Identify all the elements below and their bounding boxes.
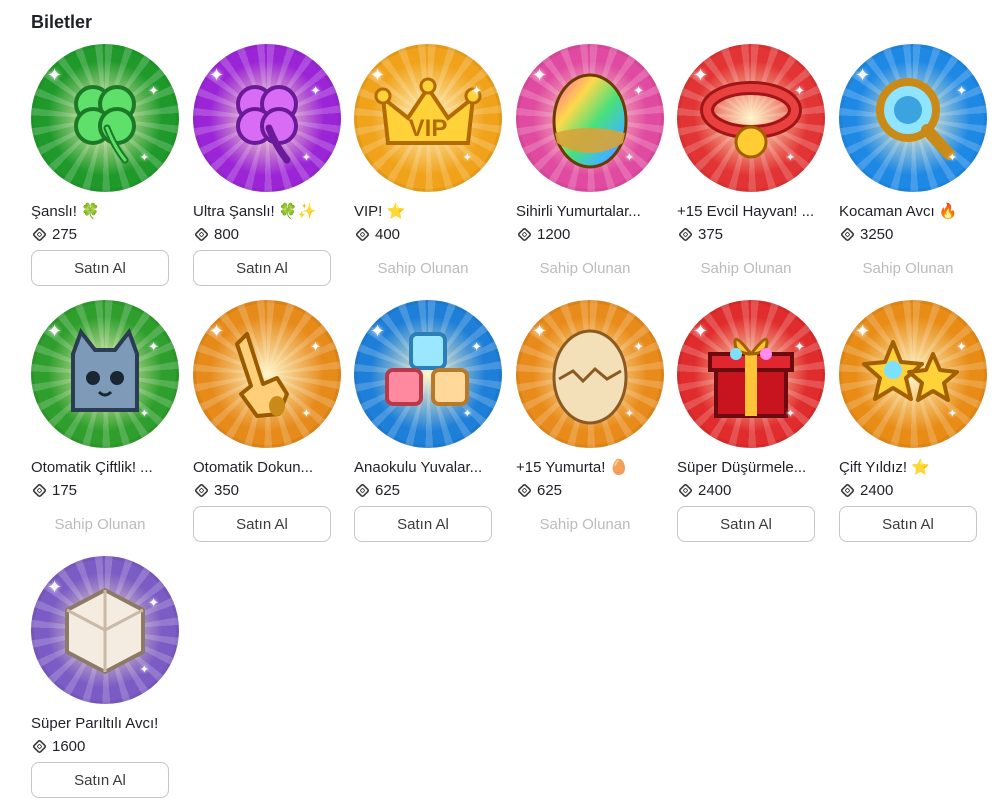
pass-card[interactable]: ✦ ✦ ✦ Otomatik Çiftlik! ... 175 Sahip Olunan xyxy=(31,300,179,542)
pass-card[interactable]: ✦ ✦ ✦ Süper Düşürmele... 2400 Satın Al xyxy=(677,300,825,542)
buy-button[interactable]: Satın Al xyxy=(193,506,331,542)
robux-icon xyxy=(193,482,210,498)
pass-name[interactable]: Otomatik Çiftlik! ... xyxy=(31,458,177,477)
owned-label: Sahip Olunan xyxy=(539,515,631,533)
robux-icon xyxy=(31,482,48,498)
price-value: 275 xyxy=(52,225,78,243)
robux-icon xyxy=(839,226,856,242)
pass-card[interactable]: VIP ✦ ✦ ✦ VIP! ⭐ 400 Sahip Olunan xyxy=(354,44,502,286)
pass-price: 1600 xyxy=(31,736,179,756)
pass-card[interactable]: ✦ ✦ ✦ Süper Parıltılı Avcı! 1600 Satın Al xyxy=(31,556,179,798)
buy-button[interactable]: Satın Al xyxy=(839,506,977,542)
pass-card[interactable]: ✦ ✦ ✦ Otomatik Dokun... 350 Satın Al xyxy=(193,300,341,542)
pass-price: 2400 xyxy=(677,480,825,500)
price-value: 625 xyxy=(537,481,563,499)
pass-name[interactable]: Çift Yıldız! ⭐ xyxy=(839,458,985,477)
robux-icon xyxy=(31,738,48,754)
gift-box-icon[interactable]: ✦ ✦ ✦ xyxy=(677,300,825,448)
price-value: 3250 xyxy=(860,225,894,243)
robux-icon xyxy=(677,226,694,242)
four-leaf-clover-icon[interactable]: ✦ ✦ ✦ xyxy=(31,44,179,192)
pet-collar-icon[interactable]: ✦ ✦ ✦ xyxy=(677,44,825,192)
price-value: 350 xyxy=(214,481,240,499)
robux-icon xyxy=(516,482,533,498)
price-value: 400 xyxy=(375,225,401,243)
vip-crown-icon[interactable]: VIP ✦ ✦ ✦ xyxy=(354,44,502,192)
cat-cube-icon[interactable]: ✦ ✦ ✦ xyxy=(31,300,179,448)
pass-price: 400 xyxy=(354,224,502,244)
pass-price: 275 xyxy=(31,224,179,244)
price-value: 2400 xyxy=(860,481,894,499)
robux-icon xyxy=(839,482,856,498)
owned-label: Sahip Olunan xyxy=(377,259,469,277)
pass-card[interactable]: ✦ ✦ ✦ Sihirli Yumurtalar... 1200 Sahip Olunan xyxy=(516,44,664,286)
buy-button[interactable]: Satın Al xyxy=(193,250,331,286)
pass-price: 3250 xyxy=(839,224,987,244)
pass-card[interactable]: ✦ ✦ ✦ Kocaman Avcı 🔥 3250 Sahip Olunan xyxy=(839,44,987,286)
pass-name[interactable]: Süper Düşürmele... xyxy=(677,458,823,477)
pass-name[interactable]: Otomatik Dokun... xyxy=(193,458,339,477)
price-value: 375 xyxy=(698,225,724,243)
pass-name[interactable]: +15 Evcil Hayvan! ... xyxy=(677,202,823,221)
robux-icon xyxy=(354,226,371,242)
pass-card[interactable]: ✦ ✦ ✦ Anaokulu Yuvalar... 625 Satın Al xyxy=(354,300,502,542)
pass-price: 1200 xyxy=(516,224,664,244)
cracked-egg-icon[interactable]: ✦ ✦ ✦ xyxy=(516,300,664,448)
price-value: 800 xyxy=(214,225,240,243)
pass-name[interactable]: Şanslı! 🍀 xyxy=(31,202,177,221)
pass-card[interactable]: ✦ ✦ ✦ +15 Evcil Hayvan! ... 375 Sahip Olunan xyxy=(677,44,825,286)
buy-button[interactable]: Satın Al xyxy=(31,250,169,286)
owned-label: Sahip Olunan xyxy=(54,515,146,533)
pass-price: 175 xyxy=(31,480,179,500)
rainbow-egg-icon[interactable]: ✦ ✦ ✦ xyxy=(516,44,664,192)
price-value: 625 xyxy=(375,481,401,499)
pass-card[interactable]: ✦ ✦ ✦ Ultra Şanslı! 🍀✨ 800 Satın Al xyxy=(193,44,341,286)
buy-button[interactable]: Satın Al xyxy=(354,506,492,542)
owned-label: Sahip Olunan xyxy=(862,259,954,277)
pass-name[interactable]: Ultra Şanslı! 🍀✨ xyxy=(193,202,339,221)
price-value: 2400 xyxy=(698,481,732,499)
pass-price: 2400 xyxy=(839,480,987,500)
robux-icon xyxy=(677,482,694,498)
price-value: 1600 xyxy=(52,737,86,755)
pass-price: 625 xyxy=(354,480,502,500)
pass-name[interactable]: +15 Yumurta! 🥚 xyxy=(516,458,662,477)
price-value: 1200 xyxy=(537,225,571,243)
pass-name[interactable]: VIP! ⭐ xyxy=(354,202,500,221)
tap-hand-icon[interactable]: ✦ ✦ ✦ xyxy=(193,300,341,448)
pass-card[interactable]: ✦ ✦ ✦ +15 Yumurta! 🥚 625 Sahip Olunan xyxy=(516,300,664,542)
owned-label: Sahip Olunan xyxy=(700,259,792,277)
robux-icon xyxy=(31,226,48,242)
cubes-icon[interactable]: ✦ ✦ ✦ xyxy=(354,300,502,448)
owned-label: Sahip Olunan xyxy=(539,259,631,277)
section-title: Biletler xyxy=(31,12,93,32)
double-star-icon[interactable]: ✦ ✦ ✦ xyxy=(839,300,987,448)
robux-icon xyxy=(354,482,371,498)
robux-icon xyxy=(193,226,210,242)
pass-price: 800 xyxy=(193,224,341,244)
pass-name[interactable]: Anaokulu Yuvalar... xyxy=(354,458,500,477)
pass-card[interactable]: ✦ ✦ ✦ Şanslı! 🍀 275 Satın Al xyxy=(31,44,179,286)
shiny-cube-icon[interactable]: ✦ ✦ ✦ xyxy=(31,556,179,704)
pass-card[interactable]: ✦ ✦ ✦ Çift Yıldız! ⭐ 2400 Satın Al xyxy=(839,300,987,542)
magnifier-icon[interactable]: ✦ ✦ ✦ xyxy=(839,44,987,192)
purple-clover-icon[interactable]: ✦ ✦ ✦ xyxy=(193,44,341,192)
pass-price: 375 xyxy=(677,224,825,244)
buy-button[interactable]: Satın Al xyxy=(677,506,815,542)
buy-button[interactable]: Satın Al xyxy=(31,762,169,798)
svg-text:VIP: VIP xyxy=(409,115,448,142)
pass-price: 350 xyxy=(193,480,341,500)
pass-name[interactable]: Kocaman Avcı 🔥 xyxy=(839,202,985,221)
pass-name[interactable]: Sihirli Yumurtalar... xyxy=(516,202,662,221)
robux-icon xyxy=(516,226,533,242)
pass-name[interactable]: Süper Parıltılı Avcı! xyxy=(31,714,177,733)
pass-price: 625 xyxy=(516,480,664,500)
price-value: 175 xyxy=(52,481,78,499)
